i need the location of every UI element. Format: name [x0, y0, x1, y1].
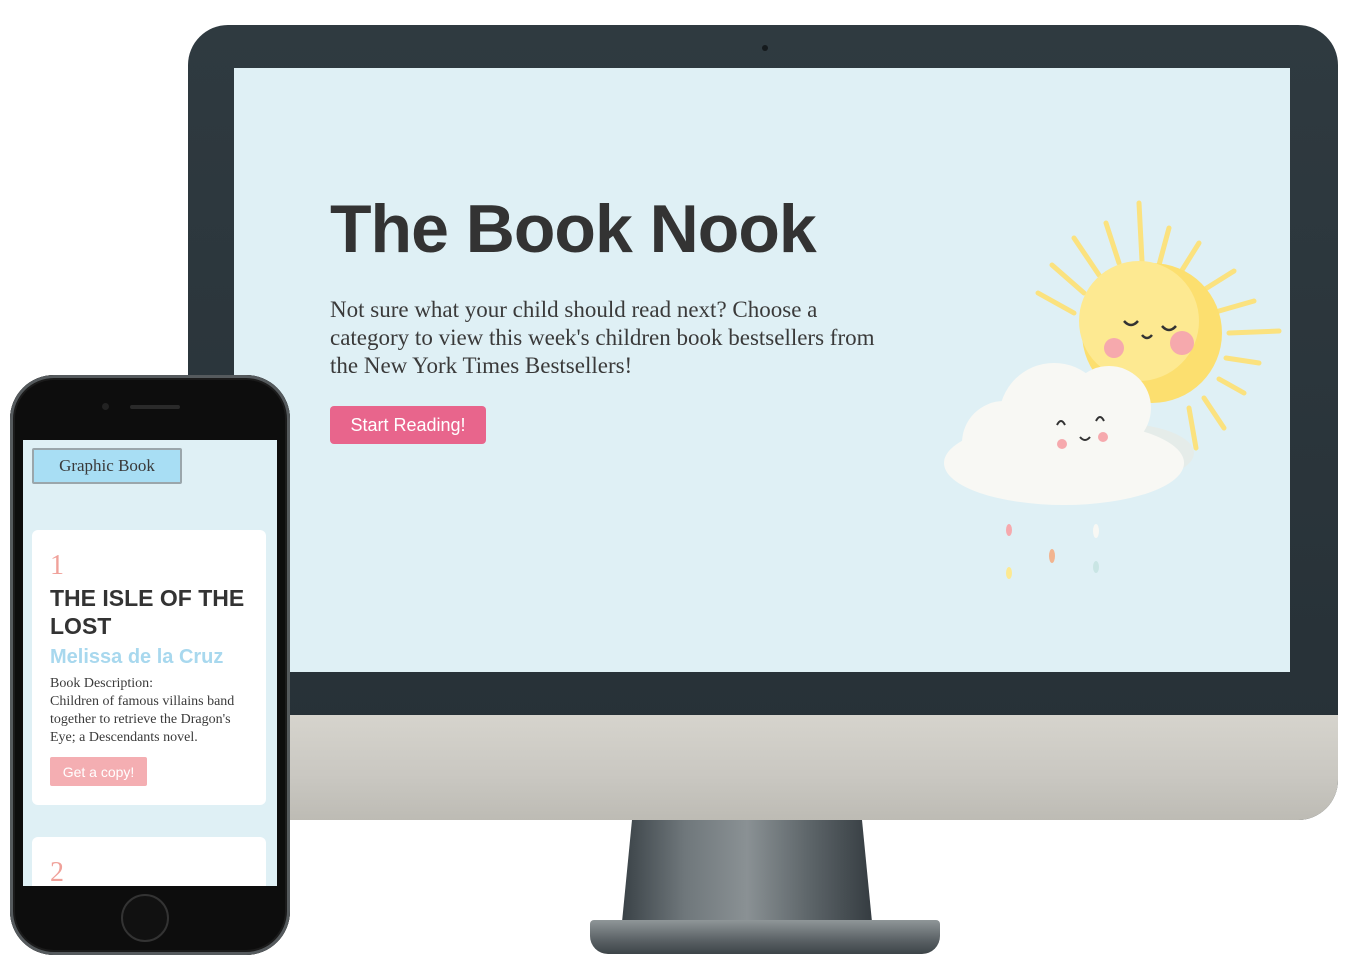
desktop-monitor: The Book Nook Not sure what your child s…: [188, 25, 1338, 820]
book-description: Children of famous villains band togethe…: [50, 694, 235, 745]
book-description-label: Book Description:: [50, 676, 154, 691]
category-graphic-book-button[interactable]: Graphic Book: [32, 448, 182, 484]
book-card: 2: [32, 837, 266, 886]
hero-description: Not sure what your child should read nex…: [330, 297, 875, 378]
monitor-stand-base: [590, 920, 940, 954]
get-a-copy-button[interactable]: Get a copy!: [50, 757, 147, 786]
home-button[interactable]: [121, 894, 169, 942]
raindrops: [1006, 524, 1099, 579]
desktop-screen: The Book Nook Not sure what your child s…: [234, 68, 1290, 672]
sun-and-cloud-illustration: [944, 200, 1282, 579]
book-title: THE ISLE OF THE LOST: [50, 585, 245, 639]
phone-camera: [102, 403, 109, 410]
phone-speaker: [130, 405, 180, 409]
monitor-chin: [188, 715, 1338, 820]
page-title: The Book Nook: [330, 191, 817, 267]
mobile-screen: Graphic Book 1 THE ISLE OF THE LOST Meli…: [23, 440, 277, 886]
book-rank: 1: [50, 550, 64, 581]
monitor-camera: [762, 45, 768, 51]
book-author: Melissa de la Cruz: [50, 646, 224, 668]
start-reading-button[interactable]: Start Reading!: [330, 406, 486, 444]
book-rank: 2: [50, 857, 64, 886]
book-card: 1 THE ISLE OF THE LOST Melissa de la Cru…: [32, 530, 266, 805]
